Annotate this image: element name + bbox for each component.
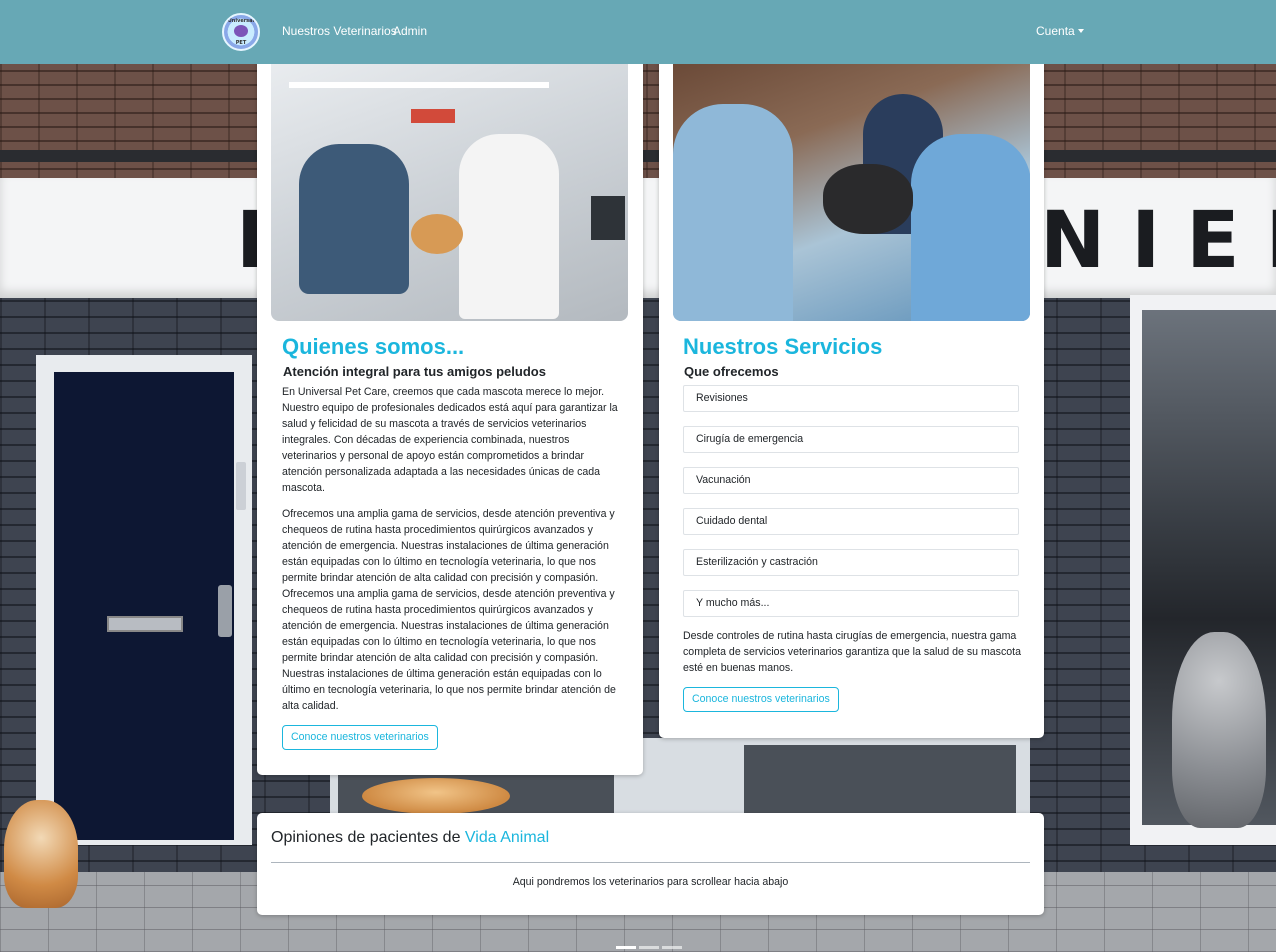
clinic-name: Vida Animal xyxy=(464,829,550,846)
carousel-indicators xyxy=(616,934,685,952)
service-item: Revisiones xyxy=(683,385,1019,412)
opinions-title: Opiniones de pacientes de Vida Animal xyxy=(271,829,549,847)
services-subtitle: Que ofrecemos xyxy=(684,364,779,379)
front-door xyxy=(54,372,234,840)
vet-scrubs-figure xyxy=(299,144,409,294)
nav-link-admin[interactable]: Admin xyxy=(393,24,427,38)
brand-logo[interactable]: Universal PET xyxy=(222,13,260,51)
logo-pet-text: PET xyxy=(235,40,247,46)
service-item: Vacunación xyxy=(683,467,1019,494)
services-title: Nuestros Servicios xyxy=(683,334,883,359)
about-paragraph: Ofrecemos una amplia gama de servicios, … xyxy=(282,508,616,712)
carousel-indicator[interactable] xyxy=(662,946,682,949)
mail-slot xyxy=(107,616,183,632)
vet-lab-coat-figure xyxy=(459,134,559,319)
storefront-sign-text: NIEK xyxy=(1040,196,1276,286)
navbar: Universal PET Nuestros Veterinarios Admi… xyxy=(0,0,1276,64)
about-title: Quienes somos... xyxy=(282,334,465,359)
nav-link-veterinarians[interactable]: Nuestros Veterinarios xyxy=(282,24,397,38)
account-label: Cuenta xyxy=(1036,24,1075,38)
about-paragraph: En Universal Pet Care, creemos que cada … xyxy=(282,386,618,494)
surgeon-figure xyxy=(673,104,793,321)
opinions-title-prefix: Opiniones de pacientes de xyxy=(271,829,465,846)
caret-down-icon xyxy=(1077,29,1084,33)
carousel-indicator[interactable] xyxy=(639,946,659,949)
pomeranian-dog xyxy=(411,214,463,254)
door-handle xyxy=(218,585,232,637)
grey-cat xyxy=(1172,632,1266,828)
service-item: Cuidado dental xyxy=(683,508,1019,535)
services-description: Desde controles de rutina hasta cirugías… xyxy=(683,630,1022,674)
sleeping-cat xyxy=(362,778,510,814)
carousel-indicator[interactable] xyxy=(616,946,636,949)
services-card: Nuestros Servicios Que ofrecemos Revisio… xyxy=(659,40,1044,738)
logo-wordmark: Universal xyxy=(227,18,255,24)
divider xyxy=(271,862,1030,863)
computer-monitor xyxy=(591,196,625,240)
red-tray xyxy=(411,109,455,123)
lower-window-pane xyxy=(744,745,1016,813)
vets-examining-dog-photo xyxy=(271,64,628,321)
service-item: Y mucho más... xyxy=(683,590,1019,617)
service-item: Cirugía de emergencia xyxy=(683,426,1019,453)
door-lock xyxy=(236,462,246,510)
orange-cat xyxy=(4,800,78,908)
french-bulldog xyxy=(823,164,913,234)
vet-figure xyxy=(911,134,1030,321)
about-card: Quienes somos... Atención integral para … xyxy=(257,40,643,775)
vets-treating-bulldog-photo xyxy=(673,64,1030,321)
meet-veterinarians-button[interactable]: Conoce nuestros veterinarios xyxy=(282,725,438,750)
wall-shelf xyxy=(289,82,549,88)
meet-veterinarians-button[interactable]: Conoce nuestros veterinarios xyxy=(683,687,839,712)
account-dropdown[interactable]: Cuenta xyxy=(1036,24,1084,38)
service-item: Esterilización y castración xyxy=(683,549,1019,576)
opinions-card: Opiniones de pacientes de Vida Animal Aq… xyxy=(257,813,1044,915)
about-subtitle: Atención integral para tus amigos peludo… xyxy=(283,364,546,379)
opinions-placeholder-text: Aqui pondremos los veterinarios para scr… xyxy=(512,876,789,888)
paw-icon xyxy=(234,25,248,37)
